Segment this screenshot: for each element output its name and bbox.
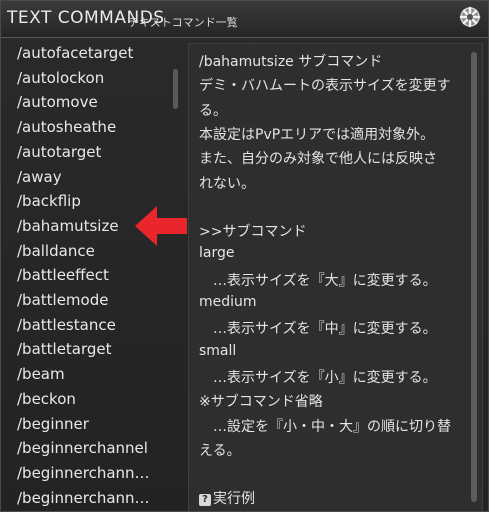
- command-list-item[interactable]: /autofacetarget: [17, 44, 133, 62]
- command-list-item[interactable]: /battlemode: [17, 291, 108, 309]
- detail-text-line: また、自分のみ対象で他人には反映さ: [199, 151, 437, 168]
- command-list-item[interactable]: /battleeffect: [17, 266, 109, 284]
- detail-text-line: large: [199, 245, 235, 262]
- example-label: 実行例: [213, 491, 255, 508]
- command-list-item[interactable]: /beginnerchann…: [17, 489, 150, 507]
- detail-scrollbar[interactable]: [471, 52, 477, 502]
- detail-text-line: …表示サイズを『小』に変更する。: [199, 369, 437, 386]
- detail-text-line: medium: [199, 294, 257, 310]
- command-list-item[interactable]: /battlestance: [17, 316, 116, 334]
- detail-text-line: 本設定はPvPエリアでは適用対象外。: [199, 126, 435, 143]
- command-list-item[interactable]: /balldance: [17, 242, 95, 260]
- detail-text-line: える。: [199, 442, 241, 459]
- detail-text-line: /bahamutsize サブコマンド: [199, 54, 383, 70]
- window-subtitle: テキストコマンド一覧: [128, 16, 238, 29]
- command-list-item[interactable]: /beginnerchannel: [17, 439, 148, 457]
- command-list-item[interactable]: /autosheathe: [17, 118, 116, 136]
- detail-text-line: ? 実行例: [199, 488, 255, 508]
- detail-text-line: …表示サイズを『中』に変更する。: [199, 321, 437, 338]
- detail-text-line: デミ・バハムートの表示サイズを変更す: [199, 78, 451, 95]
- command-list-item[interactable]: /autotarget: [17, 143, 101, 161]
- red-arrow-annotation: [135, 206, 187, 246]
- command-list-item[interactable]: /beam: [17, 365, 65, 383]
- title-bar[interactable]: TEXT COMMANDS テキストコマンド一覧: [1, 1, 488, 38]
- command-list-item[interactable]: /battletarget: [17, 340, 112, 358]
- command-list-item[interactable]: /backflip: [17, 192, 81, 210]
- command-detail-panel[interactable]: /bahamutsize サブコマンドデミ・バハムートの表示サイズを変更す る。本…: [188, 43, 483, 511]
- command-list-item[interactable]: /beginnerchann…: [17, 464, 150, 482]
- gear-icon[interactable]: [458, 5, 482, 29]
- detail-text-line: >>サブコマンド: [199, 224, 307, 241]
- detail-text-line: れない。: [199, 175, 255, 192]
- detail-text-line: …表示サイズを『大』に変更する。: [199, 272, 437, 289]
- command-list-item[interactable]: /bahamutsize: [3, 213, 153, 238]
- command-list-item[interactable]: /away: [17, 168, 62, 186]
- detail-text-line: …設定を『小・中・大』の順に切り替: [199, 418, 451, 435]
- command-list-item[interactable]: /automove: [17, 93, 98, 111]
- detail-text-line: small: [199, 342, 237, 359]
- detail-text-line: ※サブコマンド省略: [199, 394, 323, 411]
- text-commands-window: TEXT COMMANDS テキストコマンド一覧 /autofacetarget…: [0, 0, 489, 512]
- command-list-item[interactable]: /beckon: [17, 390, 76, 408]
- command-list[interactable]: /autofacetarget/autolockon/automove/auto…: [1, 39, 185, 511]
- command-list-scrollbar[interactable]: [173, 69, 178, 109]
- command-list-item[interactable]: /autolockon: [17, 69, 104, 87]
- command-list-item[interactable]: /beginner: [17, 415, 89, 433]
- help-icon: ?: [199, 494, 211, 507]
- detail-text-line: る。: [199, 102, 227, 119]
